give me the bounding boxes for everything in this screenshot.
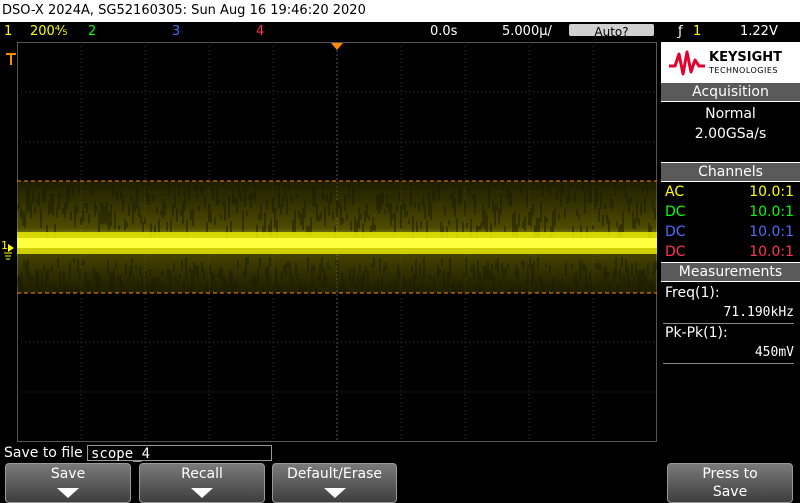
graticule — [17, 42, 657, 442]
press-to-label: Press to — [702, 466, 758, 482]
trigger-level-marker[interactable] — [5, 52, 17, 66]
logo-brand: KEYSIGHT — [709, 50, 782, 65]
title-bar: DSO-X 2024A, SG52160305: Sun Aug 16 19:4… — [0, 0, 800, 22]
time-scale[interactable]: 5.000µ/ — [502, 22, 552, 41]
ch1-scale[interactable]: 200⅘ — [30, 22, 67, 41]
default-erase-button-label: Default/Erase — [287, 466, 382, 482]
channel-1-coupling: AC — [665, 184, 685, 200]
measurements-header: Measurements — [661, 263, 800, 281]
press-save-label: Save — [712, 484, 748, 500]
window-title: DSO-X 2024A, SG52160305: Sun Aug 16 19:4… — [2, 3, 366, 18]
channel-row-1[interactable]: AC 10.0:1 — [665, 183, 794, 201]
down-arrow-icon — [323, 488, 346, 498]
ch4-number[interactable]: 4 — [256, 22, 264, 41]
save-to-file-label: Save to file = — [4, 445, 99, 461]
ch2-number[interactable]: 2 — [88, 22, 96, 41]
measurement-2-label: Pk-Pk(1): — [665, 325, 728, 341]
default-erase-button[interactable]: Default/Erase — [272, 463, 397, 503]
trigger-mode-button[interactable]: Auto? — [569, 24, 654, 36]
press-to-save-button[interactable]: Press to Save — [667, 463, 793, 503]
acquisition-rate: 2.00GSa/s — [694, 126, 767, 142]
trigger-position-marker[interactable] — [331, 43, 343, 50]
ch3-number[interactable]: 3 — [172, 22, 180, 41]
keysight-wave-icon — [669, 50, 705, 76]
status-bar: 1 200⅘ 2 3 4 0.0s 5.000µ/ ƒ 1 1.22V — [0, 22, 800, 41]
ground-icon — [4, 244, 14, 260]
save-button-label: Save — [50, 466, 86, 482]
down-arrow-icon — [57, 488, 79, 498]
channel-1-probe: 10.0:1 — [749, 184, 794, 200]
side-panel: KEYSIGHT TECHNOLOGIES Acquisition Normal… — [661, 42, 800, 442]
channel-4-coupling: DC — [665, 244, 686, 260]
logo-sub: TECHNOLOGIES — [709, 66, 778, 75]
channel-row-3[interactable]: DC 10.0:1 — [665, 223, 794, 241]
ch1-number[interactable]: 1 — [4, 22, 12, 41]
recall-button[interactable]: Recall — [139, 463, 265, 503]
acquisition-header: Acquisition — [661, 83, 800, 101]
channels-panel: AC 10.0:1 DC 10.0:1 DC 10.0:1 DC 10.0:1 — [661, 182, 800, 262]
measurement-1-value: 71.190kHz — [723, 305, 794, 320]
trigger-level[interactable]: 1.22V — [740, 22, 778, 41]
save-button[interactable]: Save — [5, 463, 131, 503]
measurement-divider-2 — [663, 363, 794, 364]
measurement-2-value: 450mV — [754, 345, 794, 360]
channel-2-coupling: DC — [665, 204, 686, 220]
channel-3-probe: 10.0:1 — [749, 224, 794, 240]
waveform-display[interactable] — [17, 42, 657, 442]
measurement-1-label: Freq(1): — [665, 285, 720, 301]
channel-row-2[interactable]: DC 10.0:1 — [665, 203, 794, 221]
channel-row-4[interactable]: DC 10.0:1 — [665, 243, 794, 261]
trigger-channel[interactable]: 1 — [693, 22, 701, 41]
channel-3-coupling: DC — [665, 224, 686, 240]
channel-2-probe: 10.0:1 — [749, 204, 794, 220]
recall-button-label: Recall — [181, 466, 223, 482]
down-arrow-icon — [191, 488, 213, 498]
filename-field[interactable]: scope_4 — [87, 445, 272, 462]
channels-header: Channels — [661, 163, 800, 181]
save-bar: Save to file = scope_4 — [0, 444, 800, 463]
ch1-ground-marker[interactable]: 1 — [0, 240, 17, 262]
keysight-logo: KEYSIGHT TECHNOLOGIES — [661, 42, 800, 82]
measurements-panel: Freq(1): 71.190kHz Pk-Pk(1): 450mV — [661, 282, 800, 442]
acquisition-mode: Normal — [705, 106, 756, 122]
trigger-icon: ƒ — [678, 24, 683, 39]
time-delay[interactable]: 0.0s — [430, 22, 457, 41]
channel-4-probe: 10.0:1 — [749, 244, 794, 260]
softkey-bar: Save Recall Default/Erase Press to Save — [0, 463, 800, 503]
acquisition-panel: Normal 2.00GSa/s — [661, 102, 800, 162]
